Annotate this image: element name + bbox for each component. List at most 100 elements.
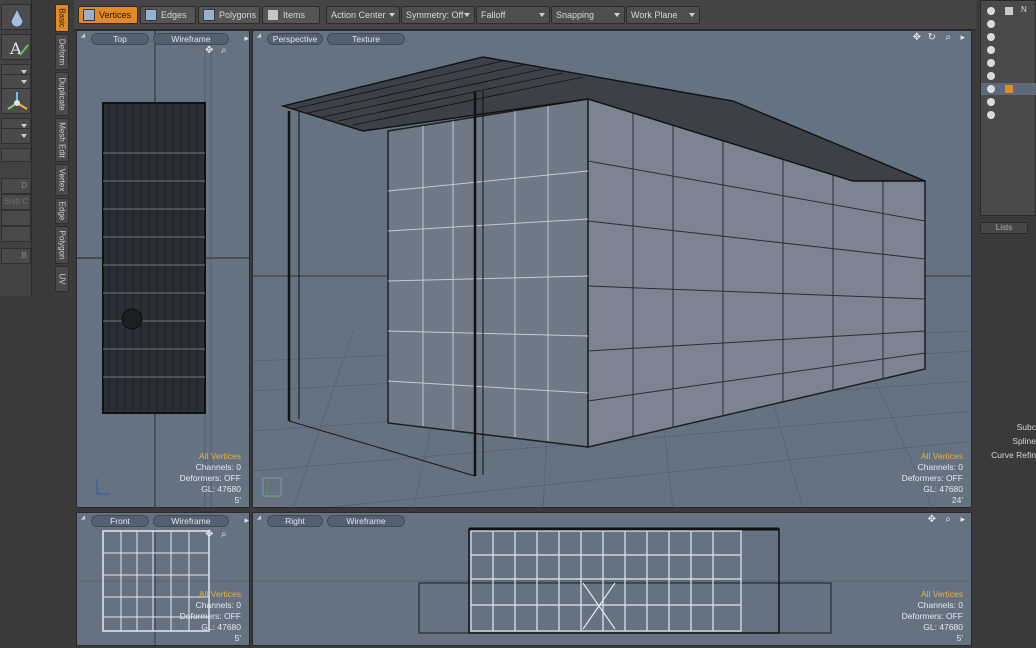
top-wireframe-drawing xyxy=(77,31,249,507)
list-item[interactable] xyxy=(981,57,1036,69)
viewport-arrow-icon[interactable]: ▸ xyxy=(960,514,965,525)
view-type-selector[interactable]: Perspective xyxy=(267,33,323,45)
tab-edge[interactable]: Edge xyxy=(55,198,69,224)
transform-tool-button[interactable] xyxy=(1,88,31,114)
shading-selector[interactable]: Wireframe xyxy=(153,515,229,527)
zoom-icon[interactable]: ⌕ xyxy=(945,32,951,43)
eye-icon[interactable] xyxy=(987,20,995,28)
view-type-selector[interactable]: Top xyxy=(91,33,149,45)
action-center-dropdown[interactable]: Action Center xyxy=(326,6,400,24)
eye-icon[interactable] xyxy=(987,33,995,41)
tab-basic[interactable]: Basic xyxy=(55,4,69,32)
eye-icon[interactable] xyxy=(987,59,995,67)
items-icon xyxy=(267,9,279,21)
list-item[interactable] xyxy=(981,109,1036,121)
eye-icon[interactable] xyxy=(987,72,995,80)
vertices-mode-button[interactable]: Vertices xyxy=(78,6,138,24)
shading-selector[interactable]: Wireframe xyxy=(327,515,405,527)
selection-label: All Vertices xyxy=(198,451,241,461)
drop-tool-button[interactable] xyxy=(1,4,31,30)
symmetry-dropdown[interactable]: Symmetry: Off xyxy=(401,6,475,24)
list-item[interactable] xyxy=(981,96,1036,108)
zoom-icon[interactable]: ⌕ xyxy=(221,45,227,56)
work-plane-dropdown[interactable]: Work Plane xyxy=(626,6,700,24)
viewport-right[interactable]: Right Wireframe ✥ ⌕ ▸ All Vertices Chann… xyxy=(252,512,972,646)
channels-label: Channels: 0 xyxy=(195,600,241,610)
viewport-header: Right Wireframe ✥ ⌕ ▸ xyxy=(253,513,971,529)
text-tool-button[interactable]: A xyxy=(1,34,31,60)
selection-label: All Vertices xyxy=(920,451,963,461)
tool-dropdown-4[interactable] xyxy=(1,128,31,144)
rotate-icon[interactable]: ↻ xyxy=(928,32,936,43)
viewport-menu-icon[interactable] xyxy=(256,515,264,522)
property-label-subd: Subc xyxy=(1016,422,1036,432)
grid-scale-label: 5' xyxy=(234,495,241,505)
edges-mode-button[interactable]: Edges xyxy=(140,6,196,24)
chevron-down-icon xyxy=(614,13,620,17)
viewport-menu-icon[interactable] xyxy=(256,33,264,40)
move-icon[interactable]: ✥ xyxy=(928,514,936,525)
list-item-selected[interactable] xyxy=(981,83,1036,95)
polygons-mode-button[interactable]: Polygons xyxy=(198,6,260,24)
move-icon[interactable]: ✥ xyxy=(205,529,213,540)
chevron-down-icon xyxy=(689,13,695,17)
view-type-selector[interactable]: Right xyxy=(267,515,323,527)
tab-duplicate[interactable]: Duplicate xyxy=(55,72,69,116)
gl-count-label: GL: 47680 xyxy=(923,622,963,632)
shading-selector[interactable]: Texture xyxy=(327,33,405,45)
gl-count-label: GL: 47680 xyxy=(201,622,241,632)
tool-slot-d[interactable]: D xyxy=(1,178,31,194)
viewport-arrow-icon[interactable]: ▸ xyxy=(244,515,249,526)
zoom-icon[interactable]: ⌕ xyxy=(945,514,951,525)
tab-polygon[interactable]: Polygon xyxy=(55,226,69,264)
viewport-front[interactable]: Front Wireframe ▸ ✥ ⌕ All Vertices Chann… xyxy=(76,512,250,646)
items-mode-button[interactable]: Items xyxy=(262,6,320,24)
viewport-perspective[interactable]: Perspective Texture ✥ ↻ ⌕ ▸ All Vertices… xyxy=(252,30,972,508)
tab-vertex[interactable]: Vertex xyxy=(55,164,69,196)
right-wireframe-drawing xyxy=(253,527,971,634)
eye-icon[interactable] xyxy=(987,98,995,106)
svg-text:A: A xyxy=(9,39,22,58)
viewport-top[interactable]: Top Wireframe ▸ ✥ ⌕ All Vertices Channel… xyxy=(76,30,250,508)
move-icon[interactable]: ✥ xyxy=(205,45,213,56)
eye-icon[interactable] xyxy=(987,111,995,119)
tab-lists[interactable]: Lists xyxy=(980,222,1028,234)
deformers-label: Deformers: OFF xyxy=(901,473,963,483)
deformers-label: Deformers: OFF xyxy=(179,611,241,621)
viewport-arrow-icon[interactable]: ▸ xyxy=(960,32,965,43)
tab-uv[interactable]: UV xyxy=(55,266,69,292)
eye-icon[interactable] xyxy=(987,7,995,15)
viewport-info: All Vertices Channels: 0 Deformers: OFF … xyxy=(180,589,241,644)
channels-label: Channels: 0 xyxy=(917,600,963,610)
view-type-selector[interactable]: Front xyxy=(91,515,149,527)
viewport-menu-icon[interactable] xyxy=(80,515,88,522)
tool-slot-shift-c[interactable]: Shift-C xyxy=(1,194,31,210)
list-item[interactable] xyxy=(981,70,1036,82)
list-item[interactable] xyxy=(981,44,1036,56)
falloff-dropdown[interactable]: Falloff xyxy=(476,6,550,24)
viewport-info: All Vertices Channels: 0 Deformers: OFF … xyxy=(902,451,963,506)
tool-slot-blank-3[interactable] xyxy=(1,226,31,242)
viewport-arrow-icon[interactable]: ▸ xyxy=(244,33,249,44)
eye-icon[interactable] xyxy=(987,85,995,93)
shortcut-label: D xyxy=(21,181,27,190)
viewport-header: Front Wireframe ▸ xyxy=(77,513,249,529)
list-item[interactable] xyxy=(981,31,1036,43)
viewport-menu-icon[interactable] xyxy=(80,33,88,40)
left-tool-column: A D Shift-C B xyxy=(0,0,32,296)
tab-deform[interactable]: Deform xyxy=(55,34,69,70)
eye-icon[interactable] xyxy=(987,46,995,54)
shading-selector[interactable]: Wireframe xyxy=(153,33,229,45)
tool-slot-blank-2[interactable] xyxy=(1,210,31,226)
grid-scale-label: 24' xyxy=(951,495,963,505)
list-item[interactable] xyxy=(981,18,1036,30)
column-label: N xyxy=(1021,5,1027,14)
tool-slot-blank[interactable] xyxy=(1,148,31,162)
list-item[interactable]: N xyxy=(981,5,1036,17)
snapping-dropdown[interactable]: Snapping xyxy=(551,6,625,24)
move-icon[interactable]: ✥ xyxy=(913,32,921,43)
zoom-icon[interactable]: ⌕ xyxy=(221,529,227,540)
tool-slot-b[interactable]: B xyxy=(1,248,31,264)
tab-mesh-edit[interactable]: Mesh Edit xyxy=(55,118,69,162)
property-label-spline: Spline xyxy=(1012,436,1036,446)
